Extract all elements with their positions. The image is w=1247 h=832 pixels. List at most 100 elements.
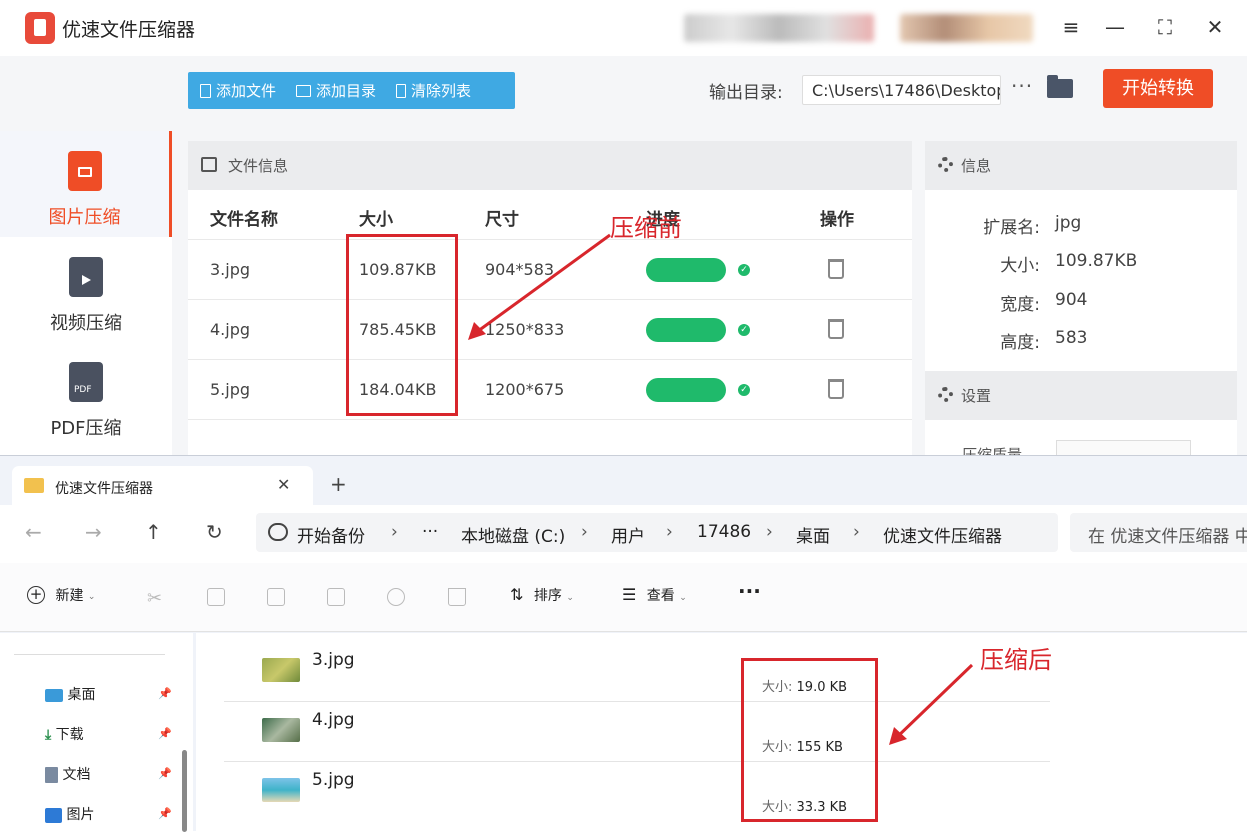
back-icon[interactable]: ← <box>25 520 42 544</box>
app-title: 优速文件压缩器 <box>62 19 196 41</box>
share-icon[interactable] <box>387 588 405 606</box>
chevron-down-icon: ⌄ <box>679 593 687 603</box>
file-explorer-window: 优速文件压缩器 ✕ + ← → ↑ ↻ 开始备份 › ··· 本地磁盘 (C:)… <box>0 455 1247 832</box>
delete-icon[interactable] <box>448 588 466 606</box>
rename-icon[interactable] <box>327 588 345 606</box>
new-tab-button[interactable]: + <box>330 472 347 496</box>
open-folder-icon[interactable] <box>1047 75 1073 98</box>
image-icon <box>201 157 217 172</box>
maximize-icon[interactable]: ⛶ <box>1152 14 1178 40</box>
nav-item-downloads[interactable]: ⤓ 下载 <box>45 724 84 744</box>
add-file-button[interactable]: 添加文件 <box>200 80 276 101</box>
pictures-icon <box>45 807 62 823</box>
breadcrumb-backup[interactable]: 开始备份 <box>297 522 365 547</box>
pin-icon[interactable]: 📌 <box>158 727 172 740</box>
breadcrumb-desktop[interactable]: 桌面 <box>796 522 830 547</box>
video-file-icon <box>69 257 103 297</box>
check-icon: ✓ <box>738 264 750 276</box>
copy-icon[interactable] <box>207 588 225 606</box>
more-options-button[interactable]: ··· <box>738 579 761 603</box>
gear-icon <box>938 387 953 402</box>
trash-icon <box>396 83 407 98</box>
breadcrumb-more[interactable]: ··· <box>422 522 438 542</box>
column-header-name: 文件名称 <box>210 210 278 230</box>
column-header-dimensions: 尺寸 <box>485 210 519 230</box>
sidebar-item-pdf-compress[interactable]: PDF PDF压缩 <box>0 362 172 440</box>
close-tab-icon[interactable]: ✕ <box>277 475 290 494</box>
sidebar-item-label: 视频压缩 <box>50 313 122 334</box>
delete-icon[interactable] <box>828 319 844 339</box>
row-divider <box>224 761 1050 762</box>
pin-icon[interactable]: 📌 <box>158 807 172 820</box>
file-name[interactable]: 4.jpg <box>312 710 355 730</box>
document-icon <box>45 767 58 783</box>
sidebar-item-video-compress[interactable]: 视频压缩 <box>0 257 172 335</box>
delete-icon[interactable] <box>828 259 844 279</box>
sidebar: 图片压缩 视频压缩 PDF PDF压缩 <box>0 131 172 455</box>
progress-bar <box>646 378 726 402</box>
breadcrumb-current[interactable]: 优速文件压缩器 <box>883 522 1002 547</box>
tab-title: 优速文件压缩器 <box>55 481 153 497</box>
sort-button[interactable]: ⇅ 排序 ⌄ <box>510 585 574 605</box>
divider <box>14 654 165 655</box>
breadcrumb-local-disk[interactable]: 本地磁盘 (C:) <box>461 522 565 547</box>
refresh-icon[interactable]: ↻ <box>206 520 223 544</box>
pin-icon[interactable]: 📌 <box>158 767 172 780</box>
file-panel-header: 文件信息 <box>188 141 912 190</box>
forward-icon[interactable]: → <box>85 520 102 544</box>
cut-icon[interactable]: ✂ <box>147 588 165 609</box>
navigation-bar: ← → ↑ ↻ 开始备份 › ··· 本地磁盘 (C:) › 用户 › 1748… <box>0 505 1247 563</box>
settings-header: 设置 <box>925 371 1237 420</box>
width-label: 宽度: <box>1000 295 1040 315</box>
view-button[interactable]: ☰ 查看 ⌄ <box>622 585 687 605</box>
tab-explorer[interactable]: 优速文件压缩器 ✕ <box>12 466 313 505</box>
output-dir-input[interactable]: C:\Users\17486\Desktop <box>802 75 1001 105</box>
row-dimensions: 1200*675 <box>485 380 565 399</box>
paste-icon[interactable] <box>267 588 285 606</box>
nav-item-pictures[interactable]: 图片 <box>45 804 94 824</box>
minimize-icon[interactable]: — <box>1102 14 1128 40</box>
arrow-before <box>468 233 611 340</box>
image-thumbnail <box>262 778 300 802</box>
address-bar[interactable]: 开始备份 › ··· 本地磁盘 (C:) › 用户 › 17486 › 桌面 ›… <box>256 513 1058 552</box>
arrow-after <box>889 663 974 745</box>
add-directory-button[interactable]: 添加目录 <box>296 80 376 101</box>
sidebar-item-label: PDF压缩 <box>50 418 122 439</box>
breadcrumb-users[interactable]: 用户 <box>611 522 645 547</box>
file-icon <box>200 83 211 98</box>
breadcrumb-user[interactable]: 17486 <box>697 522 751 542</box>
delete-icon[interactable] <box>828 379 844 399</box>
sidebar-item-image-compress[interactable]: 图片压缩 <box>0 131 172 237</box>
close-icon[interactable]: ✕ <box>1202 14 1228 40</box>
view-list-icon: ☰ <box>622 585 637 604</box>
width-value: 904 <box>1055 290 1088 310</box>
search-box[interactable]: 在 优速文件压缩器 中 <box>1070 513 1247 552</box>
new-button[interactable]: + 新建 ⌄ <box>27 585 95 605</box>
up-icon[interactable]: ↑ <box>145 520 162 544</box>
chevron-right-icon: › <box>766 522 773 542</box>
image-thumbnail <box>262 658 300 682</box>
nav-item-desktop[interactable]: 桌面 <box>45 684 95 704</box>
ext-value: jpg <box>1055 213 1082 233</box>
row-divider <box>188 359 912 360</box>
browse-more-button[interactable]: ··· <box>1011 74 1033 98</box>
chevron-down-icon: ⌄ <box>566 593 574 603</box>
quality-stepper[interactable] <box>1056 440 1191 455</box>
file-name[interactable]: 5.jpg <box>312 770 355 790</box>
height-label: 高度: <box>1000 333 1040 353</box>
folder-icon <box>296 84 312 97</box>
image-file-icon <box>67 151 102 191</box>
row-filename: 3.jpg <box>210 260 251 279</box>
file-name[interactable]: 3.jpg <box>312 650 355 670</box>
check-icon: ✓ <box>738 324 750 336</box>
nav-scrollbar[interactable] <box>182 750 187 832</box>
navigation-pane: 桌面 📌 ⤓ 下载 📌 文档 📌 图片 📌 <box>0 633 193 832</box>
highlight-box-after <box>741 658 878 822</box>
start-convert-button[interactable]: 开始转换 <box>1103 69 1213 108</box>
clear-list-button[interactable]: 清除列表 <box>396 80 471 101</box>
menu-icon[interactable]: ≡ <box>1058 14 1084 40</box>
chevron-right-icon: › <box>391 522 398 542</box>
pin-icon[interactable]: 📌 <box>158 687 172 700</box>
nav-item-documents[interactable]: 文档 <box>45 764 90 784</box>
plus-icon: + <box>27 586 45 604</box>
